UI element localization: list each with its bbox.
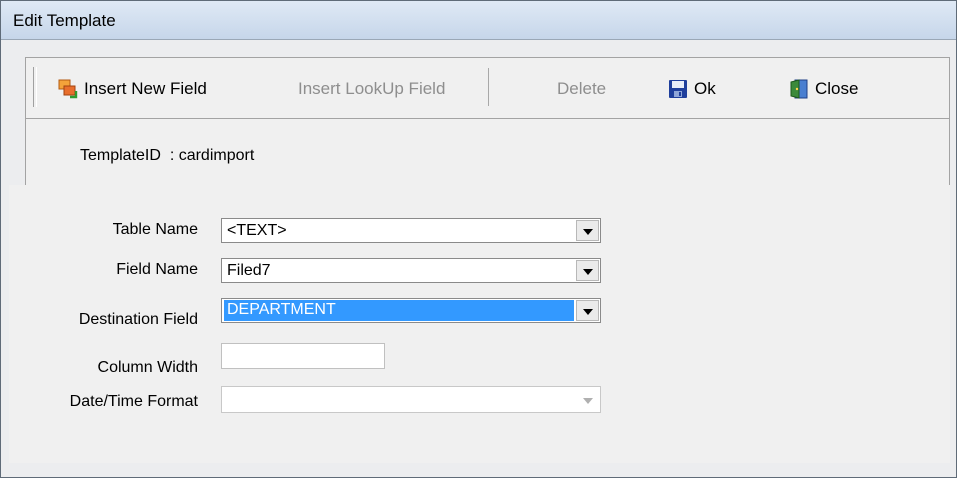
delete-label: Delete [557, 79, 607, 98]
door-exit-icon [789, 79, 809, 99]
table-name-dropdown-arrow[interactable] [576, 220, 599, 241]
save-disk-icon [668, 79, 688, 99]
edit-template-window: Edit Template Insert New Field Insert Lo… [0, 0, 957, 478]
insert-field-icon [58, 79, 78, 99]
template-info-panel: TemplateID : cardimport [25, 119, 950, 185]
destination-field-dropdown-arrow[interactable] [576, 300, 599, 321]
datetime-format-dropdown-arrow[interactable] [576, 389, 599, 410]
window-title: Edit Template [13, 11, 116, 30]
insert-lookup-field-label: Insert LookUp Field [298, 79, 446, 98]
column-width-label: Column Width [97, 359, 198, 376]
field-name-dropdown-arrow[interactable] [576, 260, 599, 281]
toolbar: Insert New Field Insert LookUp Field Del… [25, 57, 950, 119]
destination-field-value: DEPARTMENT [224, 300, 574, 321]
field-name-label: Field Name [116, 261, 198, 278]
close-button[interactable]: Close [789, 78, 858, 100]
ok-label: Ok [694, 79, 716, 98]
toolbar-grip[interactable] [33, 67, 37, 107]
close-label: Close [815, 79, 859, 98]
field-name-dropdown[interactable]: Filed7 [221, 258, 601, 283]
destination-field-label: Destination Field [78, 311, 198, 328]
delete-button[interactable]: Delete [557, 78, 606, 100]
ok-button[interactable]: Ok [668, 78, 716, 100]
table-name-value: <TEXT> [227, 222, 287, 239]
datetime-format-dropdown[interactable] [221, 386, 601, 413]
field-name-value: Filed7 [227, 262, 271, 279]
table-name-label: Table Name [112, 221, 198, 238]
insert-lookup-field-button[interactable]: Insert LookUp Field [298, 78, 445, 100]
insert-new-field-label: Insert New Field [84, 79, 207, 98]
destination-field-dropdown[interactable]: DEPARTMENT [221, 298, 601, 323]
toolbar-separator [488, 68, 489, 106]
field-form: Table Name <TEXT> Field Name Filed7 Dest… [9, 185, 950, 463]
table-name-dropdown[interactable]: <TEXT> [221, 218, 601, 243]
template-id-text: TemplateID : cardimport [80, 147, 255, 164]
insert-new-field-button[interactable]: Insert New Field [58, 78, 207, 100]
title-bar[interactable]: Edit Template [1, 1, 956, 40]
column-width-input[interactable] [221, 343, 385, 369]
datetime-format-label: Date/Time Format [69, 393, 198, 410]
